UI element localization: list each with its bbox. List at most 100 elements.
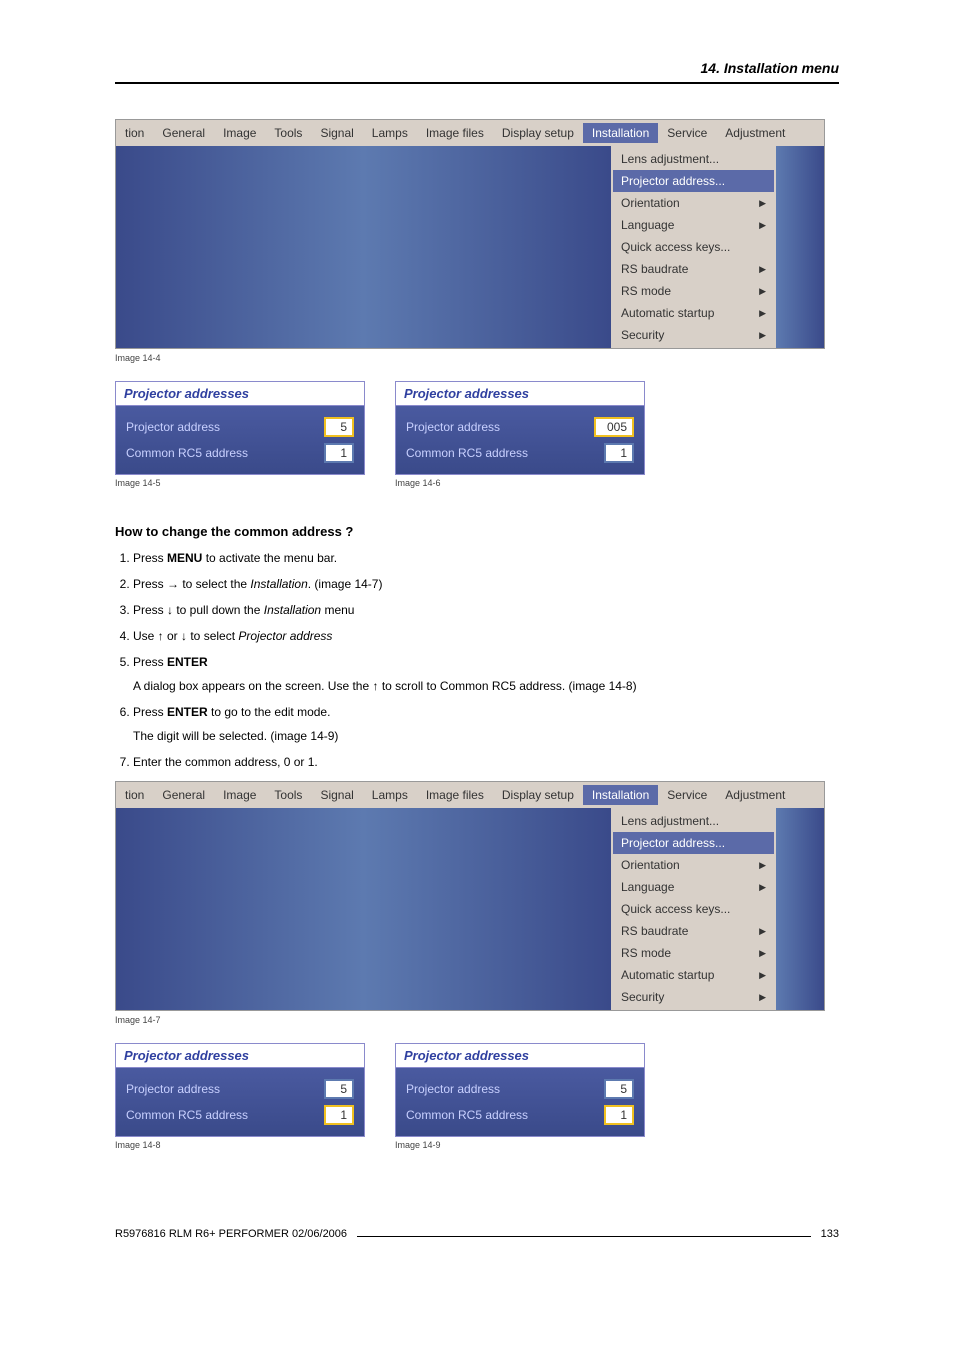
chevron-right-icon: ▶ (759, 948, 766, 959)
dropdown-label: Orientation (621, 196, 680, 210)
menu-item-general[interactable]: General (153, 123, 214, 143)
row-label: Projector address (126, 1082, 220, 1096)
dialog-projector-addresses-2: Projector addresses Projector address 00… (395, 381, 645, 475)
dropdown-label: RS baudrate (621, 924, 688, 938)
step-item: Use ↑ or ↓ to select Projector address (133, 627, 839, 645)
chevron-right-icon: ▶ (759, 330, 766, 341)
caption-14-4: Image 14-4 (115, 353, 839, 363)
row-label: Common RC5 address (406, 1108, 528, 1122)
dialog-row-rc5: Common RC5 address 1 (126, 440, 354, 466)
dropdown-item-quick-access-keys[interactable]: Quick access keys... (613, 236, 774, 258)
dialog-row-projector: Projector address 5 (406, 1076, 634, 1102)
dropdown-label: Projector address... (621, 174, 725, 188)
menu-background (116, 808, 611, 1010)
chevron-right-icon: ▶ (759, 308, 766, 319)
dropdown-label: Lens adjustment... (621, 152, 719, 166)
dropdown-item-language[interactable]: Language▶ (613, 214, 774, 236)
menu-item-display-setup[interactable]: Display setup (493, 123, 583, 143)
caption-14-7: Image 14-7 (115, 1015, 839, 1025)
menu-item-service[interactable]: Service (658, 785, 716, 805)
dialog-projector-addresses-1: Projector addresses Projector address 5 … (115, 381, 365, 475)
projector-address-value[interactable]: 5 (324, 1079, 354, 1099)
rc5-address-value[interactable]: 1 (324, 443, 354, 463)
installation-dropdown: Lens adjustment... Projector address... Or… (611, 146, 776, 348)
row-label: Common RC5 address (126, 446, 248, 460)
dropdown-label: Quick access keys... (621, 902, 730, 916)
dropdown-item-security[interactable]: Security ▶ (613, 986, 774, 1008)
step-item: Press MENU to activate the menu bar. (133, 549, 839, 567)
dialog-title: Projector addresses (116, 1044, 364, 1068)
menu-item-signal[interactable]: Signal (311, 123, 362, 143)
caption-14-6: Image 14-6 (395, 478, 645, 488)
step-item: Press → to select the Installation. (ima… (133, 575, 839, 593)
menu-item-display-setup[interactable]: Display setup (493, 785, 583, 805)
menu-item-adjustment[interactable]: Adjustment (716, 785, 794, 805)
dropdown-item-lens-adjustment[interactable]: Lens adjustment... (613, 810, 774, 832)
dialog-row-rc5: Common RC5 address 1 (126, 1102, 354, 1128)
chevron-right-icon: ▶ (759, 882, 766, 893)
menu-bar: tionGeneralImageToolsSignalLampsImage fi… (116, 120, 824, 146)
dropdown-item-rs-baudrate[interactable]: RS baudrate▶ (613, 258, 774, 280)
dropdown-label: Language (621, 880, 674, 894)
dialog-row-projector: Projector address 5 (126, 414, 354, 440)
menu-item-general[interactable]: General (153, 785, 214, 805)
dropdown-label: Security (621, 990, 664, 1004)
page-footer: R5976816 RLM R6+ PERFORMER 02/06/2006 13… (115, 1228, 839, 1240)
dropdown-item-lens-adjustment[interactable]: Lens adjustment... (613, 148, 774, 170)
dropdown-label: RS baudrate (621, 262, 688, 276)
chevron-right-icon: ▶ (759, 198, 766, 209)
dropdown-item-language[interactable]: Language ▶ (613, 876, 774, 898)
projector-address-value[interactable]: 005 (594, 417, 634, 437)
menu-item-lamps[interactable]: Lamps (363, 785, 417, 805)
dropdown-item-rs-mode[interactable]: RS mode▶ (613, 942, 774, 964)
dialog-row-projector: Projector address 005 (406, 414, 634, 440)
row-label: Projector address (406, 420, 500, 434)
dropdown-label: Security (621, 328, 664, 342)
dropdown-item-quick-access-keys[interactable]: Quick access keys... (613, 898, 774, 920)
dropdown-label: Projector address... (621, 836, 725, 850)
projector-address-value[interactable]: 5 (324, 417, 354, 437)
step-item: Enter the common address, 0 or 1. (133, 753, 839, 771)
section-heading: How to change the common address ? (115, 524, 839, 539)
menu-item-image-files[interactable]: Image files (417, 785, 493, 805)
rc5-address-value[interactable]: 1 (324, 1105, 354, 1125)
rc5-address-value[interactable]: 1 (604, 443, 634, 463)
menu-item-installation[interactable]: Installation (583, 123, 658, 143)
menu-item-tion[interactable]: tion (116, 123, 153, 143)
dropdown-item-orientation[interactable]: Orientation▶ (613, 854, 774, 876)
dialog-projector-addresses-4: Projector addresses Projector address 5 … (395, 1043, 645, 1137)
menu-item-image[interactable]: Image (214, 123, 265, 143)
dialog-row-rc5: Common RC5 address 1 (406, 440, 634, 466)
menu-item-signal[interactable]: Signal (311, 785, 362, 805)
menu-screenshot-2: tionGeneralImageToolsSignalLampsImage fi… (115, 781, 825, 1011)
dialog-title: Projector addresses (396, 382, 644, 406)
menu-item-tools[interactable]: Tools (265, 785, 311, 805)
row-label: Common RC5 address (406, 446, 528, 460)
menu-item-lamps[interactable]: Lamps (363, 123, 417, 143)
dropdown-item-security[interactable]: Security ▶ (613, 324, 774, 346)
dropdown-item-rs-mode[interactable]: RS mode▶ (613, 280, 774, 302)
dropdown-label: Automatic startup (621, 306, 714, 320)
dropdown-item-automatic-startup[interactable]: Automatic startup▶ (613, 964, 774, 986)
chevron-right-icon: ▶ (759, 992, 766, 1003)
dropdown-item-projector-address[interactable]: Projector address... (613, 170, 774, 192)
dropdown-item-projector-address[interactable]: Projector address... (613, 832, 774, 854)
menu-item-adjustment[interactable]: Adjustment (716, 123, 794, 143)
menu-item-service[interactable]: Service (658, 123, 716, 143)
dialog-row-rc5: Common RC5 address 1 (406, 1102, 634, 1128)
projector-address-value[interactable]: 5 (604, 1079, 634, 1099)
menu-item-image-files[interactable]: Image files (417, 123, 493, 143)
dropdown-item-automatic-startup[interactable]: Automatic startup ▶ (613, 302, 774, 324)
menu-item-tion[interactable]: tion (116, 785, 153, 805)
step-item: Press ENTERA dialog box appears on the s… (133, 653, 839, 695)
menu-item-installation[interactable]: Installation (583, 785, 658, 805)
dialog-row-projector: Projector address 5 (126, 1076, 354, 1102)
dropdown-item-orientation[interactable]: Orientation ▶ (613, 192, 774, 214)
chevron-right-icon: ▶ (759, 860, 766, 871)
installation-dropdown: Lens adjustment... Projector address... Or… (611, 808, 776, 1010)
menu-item-image[interactable]: Image (214, 785, 265, 805)
menu-item-tools[interactable]: Tools (265, 123, 311, 143)
rc5-address-value[interactable]: 1 (604, 1105, 634, 1125)
dropdown-label: Lens adjustment... (621, 814, 719, 828)
dropdown-item-rs-baudrate[interactable]: RS baudrate▶ (613, 920, 774, 942)
